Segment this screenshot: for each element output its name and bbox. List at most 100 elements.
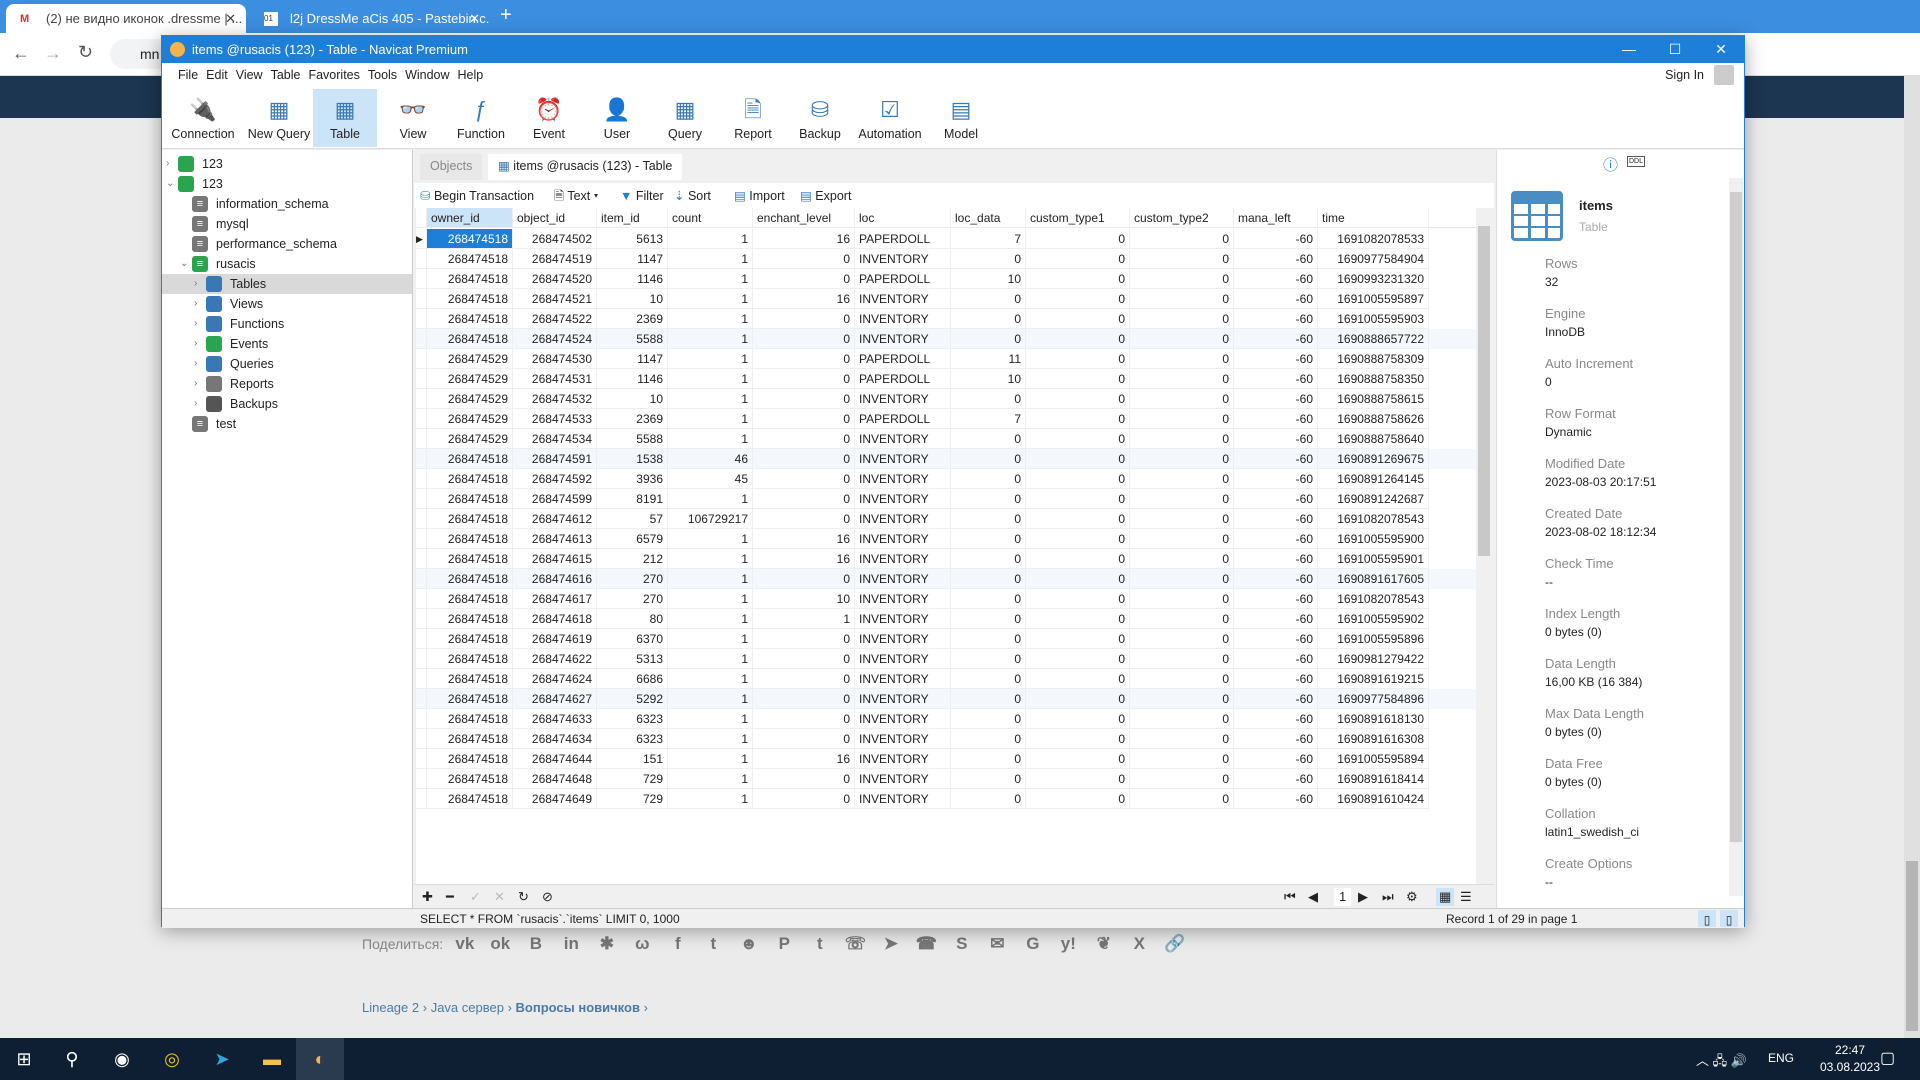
cell-enchant_level[interactable]: 16 <box>753 549 855 569</box>
cell-custom_type2[interactable]: 0 <box>1130 689 1234 709</box>
toolbar-new-query-button[interactable]: ▦ New Query <box>247 89 311 147</box>
cell-mana_left[interactable]: -60 <box>1234 709 1318 729</box>
cell-owner_id[interactable]: 268474518 <box>427 529 513 549</box>
cell-enchant_level[interactable]: 0 <box>753 649 855 669</box>
cell-object_id[interactable]: 268474530 <box>513 349 597 369</box>
cell-count[interactable]: 1 <box>668 789 753 809</box>
toggle-left-pane-button[interactable]: ▯ <box>1698 910 1716 927</box>
cell-count[interactable]: 1 <box>668 429 753 449</box>
cell-loc_data[interactable]: 0 <box>951 289 1026 309</box>
cell-object_id[interactable]: 268474519 <box>513 249 597 269</box>
grid-scrollbar[interactable] <box>1476 208 1492 918</box>
cell-enchant_level[interactable]: 0 <box>753 429 855 449</box>
skype-icon[interactable]: S <box>944 932 980 956</box>
cell-count[interactable]: 46 <box>668 449 753 469</box>
clock-time[interactable]: 22:47 <box>1822 1043 1878 1057</box>
cell-loc[interactable]: INVENTORY <box>855 669 951 689</box>
cell-loc[interactable]: PAPERDOLL <box>855 369 951 389</box>
cell-custom_type1[interactable]: 0 <box>1026 309 1130 329</box>
cell-time[interactable]: 1691082078543 <box>1318 509 1429 529</box>
cell-loc[interactable]: INVENTORY <box>855 489 951 509</box>
column-header-enchant_level[interactable]: enchant_level <box>753 208 855 228</box>
cell-enchant_level[interactable]: 1 <box>753 609 855 629</box>
info-scrollbar[interactable] <box>1729 178 1743 896</box>
expand-arrow-icon[interactable]: › <box>194 274 204 294</box>
cell-loc[interactable]: INVENTORY <box>855 509 951 529</box>
cell-loc_data[interactable]: 0 <box>951 709 1026 729</box>
tree-item-123[interactable]: ⌄ 123 <box>162 174 412 194</box>
cell-owner_id[interactable]: 268474529 <box>427 409 513 429</box>
expand-arrow-icon[interactable]: › <box>194 294 204 314</box>
column-header-loc_data[interactable]: loc_data <box>951 208 1026 228</box>
telegram-icon[interactable]: ➤ <box>198 1038 246 1080</box>
cell-owner_id[interactable]: 268474518 <box>427 709 513 729</box>
cell-count[interactable]: 1 <box>668 549 753 569</box>
row-indicator[interactable] <box>416 269 427 289</box>
cell-loc_data[interactable]: 0 <box>951 389 1026 409</box>
cell-custom_type1[interactable]: 0 <box>1026 709 1130 729</box>
cell-mana_left[interactable]: -60 <box>1234 449 1318 469</box>
cell-owner_id[interactable]: 268474518 <box>427 329 513 349</box>
cell-time[interactable]: 1690891616308 <box>1318 729 1429 749</box>
row-indicator[interactable] <box>416 289 427 309</box>
row-indicator[interactable] <box>416 609 427 629</box>
cell-object_id[interactable]: 268474613 <box>513 529 597 549</box>
cell-time[interactable]: 1691082078543 <box>1318 589 1429 609</box>
cell-object_id[interactable]: 268474648 <box>513 769 597 789</box>
delete-record-button[interactable]: ━ <box>446 888 454 906</box>
cell-custom_type2[interactable]: 0 <box>1130 329 1234 349</box>
telegram-icon[interactable]: ➤ <box>873 932 909 956</box>
cell-loc_data[interactable]: 0 <box>951 769 1026 789</box>
evernote-icon[interactable]: ❦ <box>1086 932 1122 956</box>
breadcrumb-link[interactable]: Lineage 2 <box>362 1000 419 1015</box>
cell-custom_type1[interactable]: 0 <box>1026 569 1130 589</box>
tree-item-reports[interactable]: › Reports <box>162 374 412 394</box>
cell-mana_left[interactable]: -60 <box>1234 509 1318 529</box>
cell-item_id[interactable]: 10 <box>597 289 668 309</box>
toolbar-query-button[interactable]: ▦ Query <box>653 89 717 147</box>
cell-time[interactable]: 1690891610424 <box>1318 789 1429 809</box>
toggle-right-pane-button[interactable]: ▯ <box>1720 910 1738 927</box>
maximize-button[interactable]: ☐ <box>1652 36 1698 63</box>
apply-button[interactable]: ✓ <box>470 888 481 906</box>
cell-object_id[interactable]: 268474634 <box>513 729 597 749</box>
tree-item-performance_schema[interactable]: ≡ performance_schema <box>162 234 412 254</box>
tree-item-views[interactable]: › Views <box>162 294 412 314</box>
row-indicator[interactable] <box>416 729 427 749</box>
cell-custom_type1[interactable]: 0 <box>1026 329 1130 349</box>
cell-custom_type2[interactable]: 0 <box>1130 389 1234 409</box>
cell-custom_type2[interactable]: 0 <box>1130 269 1234 289</box>
cell-item_id[interactable]: 5313 <box>597 649 668 669</box>
cell-object_id[interactable]: 268474532 <box>513 389 597 409</box>
cell-loc_data[interactable]: 10 <box>951 269 1026 289</box>
cell-owner_id[interactable]: 268474518 <box>427 689 513 709</box>
facebook-icon[interactable]: f <box>660 932 696 956</box>
cell-mana_left[interactable]: -60 <box>1234 249 1318 269</box>
row-indicator[interactable] <box>416 649 427 669</box>
cell-time[interactable]: 1691005595894 <box>1318 749 1429 769</box>
cell-custom_type1[interactable]: 0 <box>1026 609 1130 629</box>
cell-count[interactable]: 1 <box>668 629 753 649</box>
cell-count[interactable]: 1 <box>668 249 753 269</box>
cell-custom_type2[interactable]: 0 <box>1130 729 1234 749</box>
cell-enchant_level[interactable]: 0 <box>753 629 855 649</box>
table-row[interactable]: 268474529 268474533 2369 1 0 PAPERDOLL 7 0 0 -60 1… <box>416 409 1476 429</box>
cell-item_id[interactable]: 6370 <box>597 629 668 649</box>
expand-arrow-icon[interactable]: › <box>194 374 204 394</box>
pinterest-icon[interactable]: P <box>767 932 803 956</box>
new-tab-button[interactable]: + <box>500 4 512 27</box>
table-row[interactable]: 268474518 268474616 270 1 0 INVENTORY 0 0 0 -60 16… <box>416 569 1476 589</box>
cell-enchant_level[interactable]: 16 <box>753 749 855 769</box>
menu-favorites[interactable]: Favorites <box>308 68 359 82</box>
tab-items-table[interactable]: ▦ items @rusacis (123) - Table <box>488 154 683 180</box>
table-row[interactable]: 268474518 268474615 212 1 16 INVENTORY 0 0 0 -60 1… <box>416 549 1476 569</box>
cell-custom_type1[interactable]: 0 <box>1026 629 1130 649</box>
cell-time[interactable]: 1691005595901 <box>1318 549 1429 569</box>
cell-custom_type2[interactable]: 0 <box>1130 349 1234 369</box>
tree-item-test[interactable]: ≡ test <box>162 414 412 434</box>
table-row[interactable]: 268474518 268474644 151 1 16 INVENTORY 0 0 0 -60 1… <box>416 749 1476 769</box>
row-indicator[interactable] <box>416 429 427 449</box>
cell-item_id[interactable]: 5613 <box>597 229 668 249</box>
table-row[interactable]: 268474518 268474520 1146 1 0 PAPERDOLL 10 0 0 -60… <box>416 269 1476 289</box>
toolbar-report-button[interactable]: 🗎 Report <box>721 89 785 147</box>
